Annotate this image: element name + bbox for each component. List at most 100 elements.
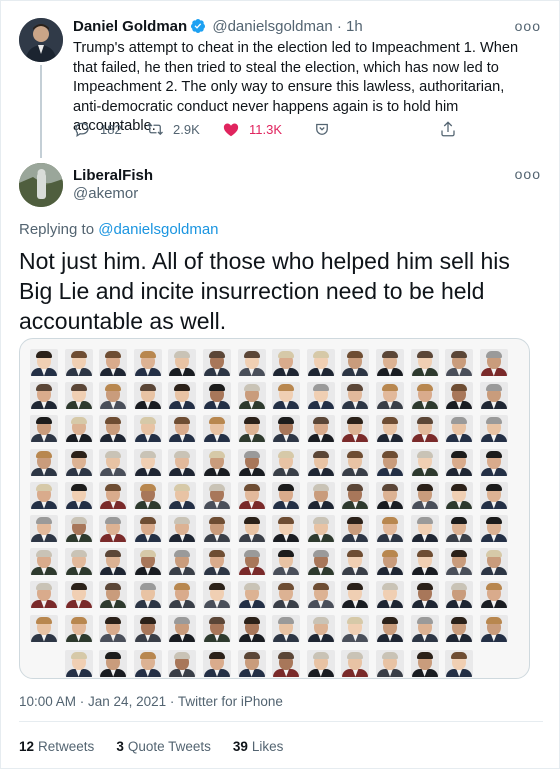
headshot: [168, 349, 197, 376]
headshot: [64, 581, 93, 609]
headshot: [445, 649, 474, 677]
headshot: [479, 515, 508, 542]
headshot: [376, 515, 404, 542]
headshot: [410, 349, 439, 376]
headshot: [341, 448, 370, 476]
headshot: [133, 481, 162, 509]
likes-stat[interactable]: 39 Likes: [233, 737, 284, 757]
parent-avatar[interactable]: [19, 18, 63, 62]
headshot: [306, 349, 335, 376]
replying-to-link[interactable]: @danielsgoldman: [98, 221, 218, 238]
headshot: [376, 415, 404, 443]
headshot: [272, 515, 301, 542]
headshot: [341, 382, 370, 410]
reply-avatar[interactable]: [19, 163, 63, 207]
headshot: [445, 614, 474, 642]
reply-button[interactable]: 182: [73, 120, 122, 138]
headshot: [341, 481, 370, 509]
headshot: [203, 614, 231, 642]
headshot: [30, 382, 58, 410]
retweets-stat[interactable]: 12 Retweets: [19, 737, 94, 757]
reply-more-options-icon[interactable]: ooo: [515, 166, 541, 182]
headshot: [479, 382, 508, 410]
headshot: [410, 481, 439, 509]
headshot: [306, 548, 335, 576]
share-icon: [316, 123, 328, 135]
headshot: [410, 649, 439, 677]
parent-time[interactable]: 1h: [346, 18, 363, 35]
headshot: [376, 382, 404, 410]
headshot: [237, 448, 266, 476]
parent-name[interactable]: Daniel Goldman: [73, 18, 187, 35]
headshot: [203, 581, 231, 609]
headshot: [479, 481, 508, 509]
header-separator: ·: [336, 18, 342, 35]
retweets-count: 12: [19, 739, 35, 754]
headshot: [479, 581, 508, 609]
headshot: [203, 649, 231, 677]
headshot: [64, 481, 93, 509]
likes-label: Likes: [251, 739, 284, 754]
headshot: [306, 448, 335, 476]
headshot: [168, 382, 197, 410]
headshot: [376, 581, 404, 609]
headshot: [168, 614, 197, 642]
headshot: [272, 448, 301, 476]
headshot: [168, 448, 197, 476]
headshot: [410, 548, 439, 576]
parent-header: Daniel Goldman @danielsgoldman · 1h: [73, 17, 363, 37]
headshot: [479, 448, 508, 476]
headshot: [133, 515, 162, 542]
headshot: [30, 349, 58, 376]
parent-handle[interactable]: @danielsgoldman: [212, 18, 332, 35]
headshot: [272, 349, 301, 376]
headshot: [99, 415, 128, 443]
headshot: [99, 614, 128, 642]
headshot: [479, 349, 508, 376]
headshot: [479, 614, 508, 642]
headshot: [410, 382, 439, 410]
quotes-stat[interactable]: 3 Quote Tweets: [116, 737, 211, 757]
headshot: [445, 515, 474, 542]
reply-name[interactable]: LiberalFish: [73, 166, 153, 186]
headshot: [306, 382, 335, 410]
headshot: [410, 515, 439, 542]
headshot: [203, 481, 231, 509]
upload-button[interactable]: [439, 120, 457, 138]
share-button[interactable]: [313, 120, 331, 138]
attached-photo-grid[interactable]: [19, 338, 530, 679]
headshot: [99, 581, 128, 609]
headshot: [203, 415, 231, 443]
headshot: [64, 415, 93, 443]
divider-top: [19, 721, 543, 722]
retweet-button[interactable]: 2.9K: [146, 120, 200, 138]
headshot: [168, 515, 197, 542]
more-options-icon[interactable]: ooo: [515, 18, 541, 34]
headshot: [203, 349, 231, 376]
headshot: [272, 481, 301, 509]
headshot: [30, 548, 58, 576]
headshot: [203, 382, 231, 410]
headshot: [445, 481, 474, 509]
thread-line: [40, 65, 42, 158]
headshot: [237, 614, 266, 642]
headshot: [99, 515, 128, 542]
headshot: [133, 614, 162, 642]
headshot: [237, 481, 266, 509]
headshot: [133, 649, 162, 677]
timestamp[interactable]: 10:00 AM · Jan 24, 2021 · Twitter for iP…: [19, 693, 283, 711]
headshot: [479, 548, 508, 576]
headshot: [376, 481, 404, 509]
reply-handle[interactable]: @akemor: [73, 184, 138, 204]
headshot: [272, 614, 301, 642]
retweet-count: 2.9K: [173, 121, 200, 137]
headshot: [64, 448, 93, 476]
headshot: [410, 581, 439, 609]
headshot: [376, 614, 404, 642]
headshot: [64, 349, 93, 376]
headshot: [203, 448, 231, 476]
headshot: [272, 382, 301, 410]
like-button[interactable]: 11.3K: [222, 120, 282, 138]
tweet-card: Daniel Goldman @danielsgoldman · 1h ooo …: [0, 0, 560, 769]
headshot: [203, 515, 231, 542]
